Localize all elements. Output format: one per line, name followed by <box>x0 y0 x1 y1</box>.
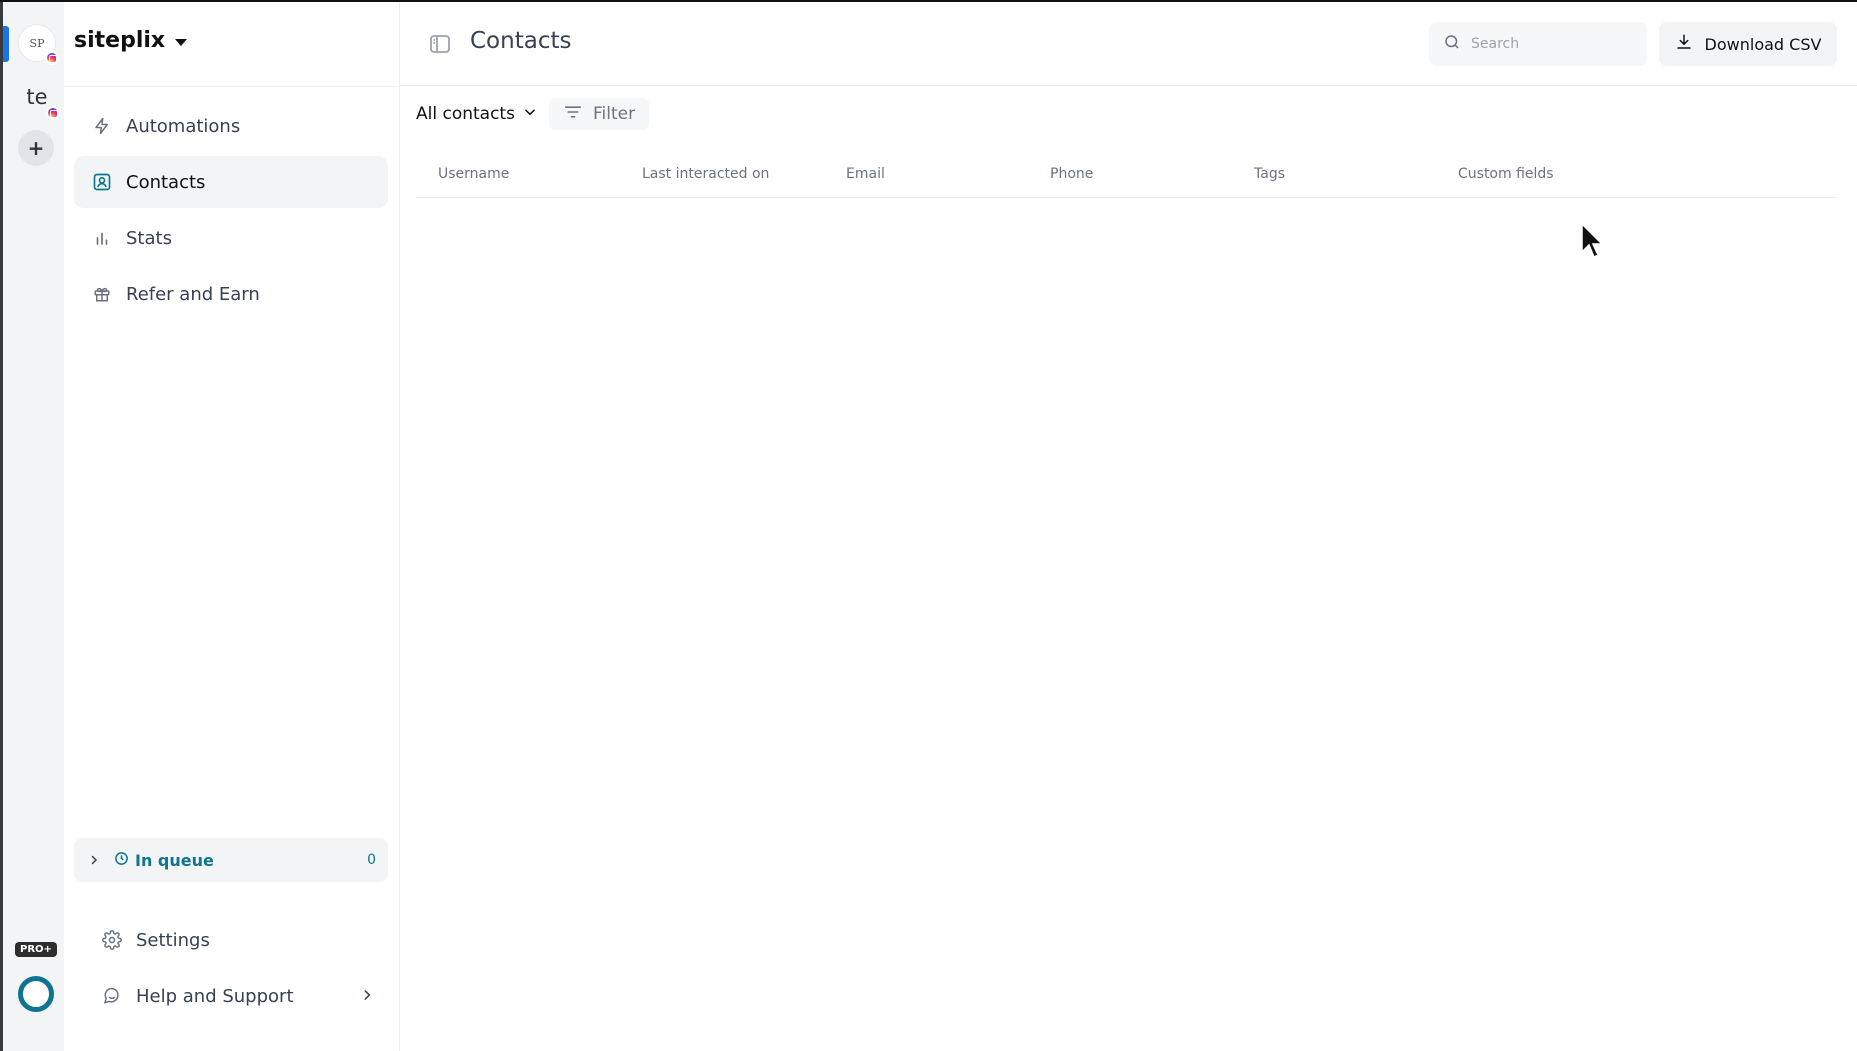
instagram-icon <box>46 106 60 120</box>
page-title: Contacts <box>470 28 572 54</box>
chevron-down-icon <box>523 104 537 124</box>
column-header-email[interactable]: Email <box>824 166 1028 182</box>
gift-icon <box>92 284 112 304</box>
in-queue-panel[interactable]: In queue 0 <box>74 838 388 882</box>
workspace-name: siteplix <box>74 28 166 53</box>
contact-card-icon <box>92 172 112 192</box>
sidebar-item-label: Refer and Earn <box>126 283 260 305</box>
sidebar-item-label: Settings <box>136 929 210 951</box>
sidebar-toggle-icon[interactable] <box>428 32 452 56</box>
instagram-icon <box>45 51 59 65</box>
contacts-table-header: Username Last interacted on Email Phone … <box>416 150 1836 198</box>
gear-icon <box>102 930 122 950</box>
sidebar-item-stats[interactable]: Stats <box>74 212 388 264</box>
mouse-cursor-icon <box>1581 222 1604 259</box>
help-chat-icon <box>102 986 122 1006</box>
lightning-icon <box>92 116 112 136</box>
sidebar-item-settings[interactable]: Settings <box>84 912 388 968</box>
sidebar-item-refer-and-earn[interactable]: Refer and Earn <box>74 268 388 320</box>
account-te[interactable]: te <box>18 78 60 120</box>
search-input[interactable] <box>1471 36 1631 52</box>
plan-badge: PRO+ <box>15 942 57 957</box>
sidebar: siteplix Automations Contacts Stats Refe… <box>64 2 400 1051</box>
filter-label: Filter <box>592 104 636 124</box>
download-icon <box>1675 33 1693 55</box>
topbar: Contacts Download CSV <box>400 2 1857 86</box>
download-csv-button[interactable]: Download CSV <box>1659 22 1837 66</box>
chevron-right-icon <box>360 986 374 1007</box>
plus-icon: + <box>27 136 45 160</box>
caret-down-icon <box>175 38 188 46</box>
workspace-switcher[interactable]: siteplix <box>74 28 188 53</box>
sidebar-item-help-and-support[interactable]: Help and Support <box>84 968 388 1024</box>
download-csv-label: Download CSV <box>1704 34 1822 54</box>
app-window: SP te + PRO+ siteplix Automations Contac… <box>0 0 1857 1051</box>
filter-icon <box>563 104 583 125</box>
queue-label: In queue <box>135 850 214 870</box>
sidebar-item-contacts[interactable]: Contacts <box>74 156 388 208</box>
sidebar-nav: Automations Contacts Stats Refer and Ear… <box>74 100 388 324</box>
main-content: Contacts Download CSV All contacts <box>400 2 1857 1051</box>
account-siteplix[interactable]: SP <box>18 24 59 65</box>
chevron-right-icon <box>88 851 100 870</box>
column-header-last-interacted[interactable]: Last interacted on <box>620 166 824 182</box>
filter-row: All contacts Filter <box>416 98 650 130</box>
account-initials: te <box>26 85 48 109</box>
contact-view-dropdown[interactable]: All contacts <box>416 100 537 128</box>
bar-chart-icon <box>92 228 112 248</box>
sidebar-item-label: Automations <box>126 115 241 137</box>
add-account-button[interactable]: + <box>18 130 54 166</box>
queue-count: 0 <box>367 852 376 868</box>
account-logo: SP <box>29 36 45 50</box>
contact-view-label: All contacts <box>416 104 515 124</box>
filter-button[interactable]: Filter <box>548 98 650 130</box>
sidebar-item-label: Stats <box>126 227 172 249</box>
sidebar-item-label: Help and Support <box>136 985 294 1007</box>
column-header-tags[interactable]: Tags <box>1232 166 1436 182</box>
search-box[interactable] <box>1429 22 1647 66</box>
search-icon <box>1443 33 1461 55</box>
brand-logo-icon[interactable] <box>18 976 54 1012</box>
active-account-indicator <box>3 26 9 62</box>
column-header-phone[interactable]: Phone <box>1028 166 1232 182</box>
account-rail: SP te + PRO+ <box>0 2 64 1051</box>
sidebar-item-label: Contacts <box>126 171 206 193</box>
sidebar-bottom-nav: Settings Help and Support <box>84 912 388 1024</box>
clock-icon <box>114 851 129 870</box>
sidebar-item-automations[interactable]: Automations <box>74 100 388 152</box>
column-header-username[interactable]: Username <box>416 166 620 182</box>
column-header-custom-fields[interactable]: Custom fields <box>1436 166 1640 182</box>
divider <box>64 86 400 87</box>
